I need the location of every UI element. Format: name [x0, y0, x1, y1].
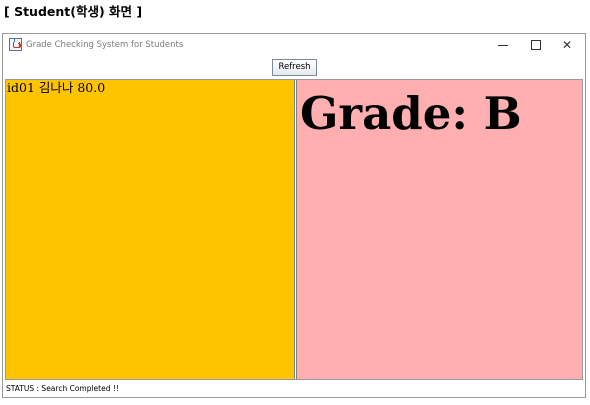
maximize-button[interactable] — [519, 34, 551, 56]
student-record: id01 김나나 80.0 — [7, 80, 106, 95]
java-cup-icon — [9, 38, 22, 51]
grade-panel: Grade: B — [296, 80, 582, 379]
status-bar: STATUS : Search Completed !! — [3, 380, 585, 397]
minimize-button[interactable] — [487, 34, 519, 56]
toolbar: Refresh — [3, 56, 585, 79]
page-caption: [ Student(학생) 화면 ] — [4, 4, 143, 19]
window-title: Grade Checking System for Students — [26, 40, 184, 50]
status-text: STATUS : Search Completed !! — [6, 384, 119, 393]
app-window: Grade Checking System for Students ✕ Ref… — [2, 33, 586, 398]
title-bar[interactable]: Grade Checking System for Students ✕ — [3, 34, 585, 56]
close-icon: ✕ — [561, 38, 573, 52]
content-area: id01 김나나 80.0 Grade: B — [5, 79, 583, 380]
refresh-button[interactable]: Refresh — [272, 59, 317, 76]
minimize-icon — [498, 45, 508, 46]
student-info-panel: id01 김나나 80.0 — [6, 80, 295, 379]
grade-display: Grade: B — [300, 87, 522, 140]
close-button[interactable]: ✕ — [551, 34, 583, 56]
maximize-icon — [531, 40, 541, 50]
